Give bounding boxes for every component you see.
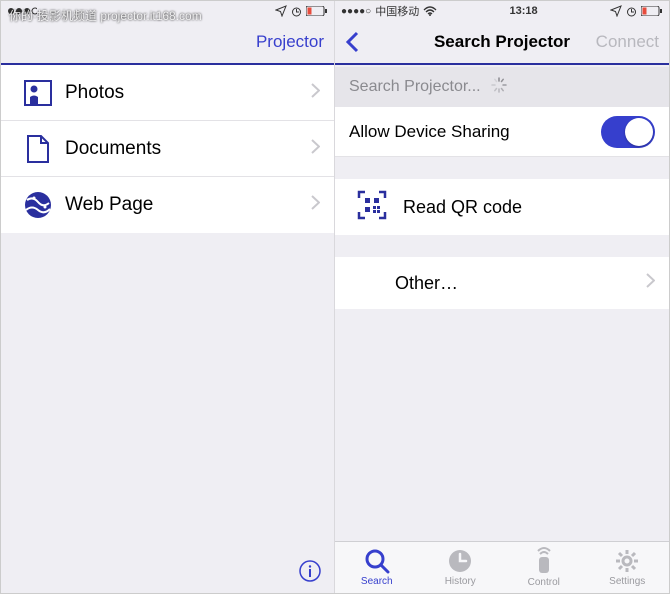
projector-nav-button[interactable]: Projector bbox=[256, 32, 324, 52]
alarm-icon bbox=[626, 6, 637, 17]
search-icon bbox=[364, 548, 390, 574]
page-title: Search Projector bbox=[415, 32, 589, 52]
menu-item-photos[interactable]: Photos bbox=[1, 65, 334, 121]
connect-button[interactable]: Connect bbox=[596, 32, 659, 52]
chevron-right-icon bbox=[311, 83, 320, 103]
alarm-icon bbox=[291, 6, 302, 17]
menu-item-documents[interactable]: Documents bbox=[1, 121, 334, 177]
chevron-right-icon bbox=[311, 139, 320, 159]
wifi-icon bbox=[423, 6, 437, 16]
battery-icon bbox=[641, 6, 663, 16]
tab-label: History bbox=[445, 576, 476, 587]
tab-label: Control bbox=[528, 577, 560, 588]
chevron-right-icon bbox=[311, 195, 320, 215]
screen-projector-home: 10:45 Projector Photos Documents bbox=[1, 1, 335, 593]
photos-icon bbox=[19, 80, 57, 106]
signal-dots-icon bbox=[7, 6, 37, 16]
tab-label: Search bbox=[361, 576, 393, 587]
tab-search[interactable]: Search bbox=[335, 542, 419, 593]
nav-header: Projector bbox=[1, 21, 334, 65]
status-bar: 10:45 bbox=[1, 1, 334, 21]
carrier-label: 中国移动 bbox=[375, 3, 419, 19]
other-row[interactable]: Other… bbox=[335, 257, 669, 309]
gear-icon bbox=[614, 548, 640, 574]
documents-icon bbox=[19, 134, 57, 164]
tab-history[interactable]: History bbox=[419, 542, 503, 593]
tab-bar: Search History Control Settings bbox=[335, 541, 669, 593]
menu-item-label: Web Page bbox=[57, 194, 311, 216]
search-status-label: Search Projector... bbox=[349, 78, 481, 96]
read-qr-label: Read QR code bbox=[387, 197, 522, 218]
back-button[interactable] bbox=[345, 31, 359, 53]
qr-icon bbox=[357, 190, 387, 225]
battery-icon bbox=[306, 6, 328, 16]
spinner-icon bbox=[491, 77, 507, 98]
menu-item-webpage[interactable]: Web Page bbox=[1, 177, 334, 233]
remote-icon bbox=[533, 547, 555, 575]
location-icon bbox=[275, 5, 287, 17]
search-status-row: Search Projector... bbox=[335, 67, 669, 107]
globe-icon bbox=[19, 190, 57, 220]
allow-sharing-row: Allow Device Sharing bbox=[335, 107, 669, 157]
allow-sharing-toggle[interactable] bbox=[601, 116, 655, 148]
nav-header: Search Projector Connect bbox=[335, 21, 669, 65]
tab-settings[interactable]: Settings bbox=[586, 542, 670, 593]
allow-sharing-label: Allow Device Sharing bbox=[349, 122, 601, 142]
history-icon bbox=[447, 548, 473, 574]
status-time: 13:18 bbox=[437, 5, 610, 17]
tab-control[interactable]: Control bbox=[502, 542, 586, 593]
main-menu: Photos Documents Web Page bbox=[1, 65, 334, 233]
menu-item-label: Photos bbox=[57, 82, 311, 104]
status-bar: ●●●●○ 中国移动 13:18 bbox=[335, 1, 669, 21]
read-qr-row[interactable]: Read QR code bbox=[335, 179, 669, 235]
tab-label: Settings bbox=[609, 576, 645, 587]
chevron-right-icon bbox=[646, 273, 655, 293]
info-button[interactable] bbox=[298, 559, 322, 583]
location-icon bbox=[610, 5, 622, 17]
menu-item-label: Documents bbox=[57, 138, 311, 160]
other-label: Other… bbox=[395, 273, 646, 294]
screen-search-projector: ●●●●○ 中国移动 13:18 Search Projector Connec… bbox=[335, 1, 669, 593]
